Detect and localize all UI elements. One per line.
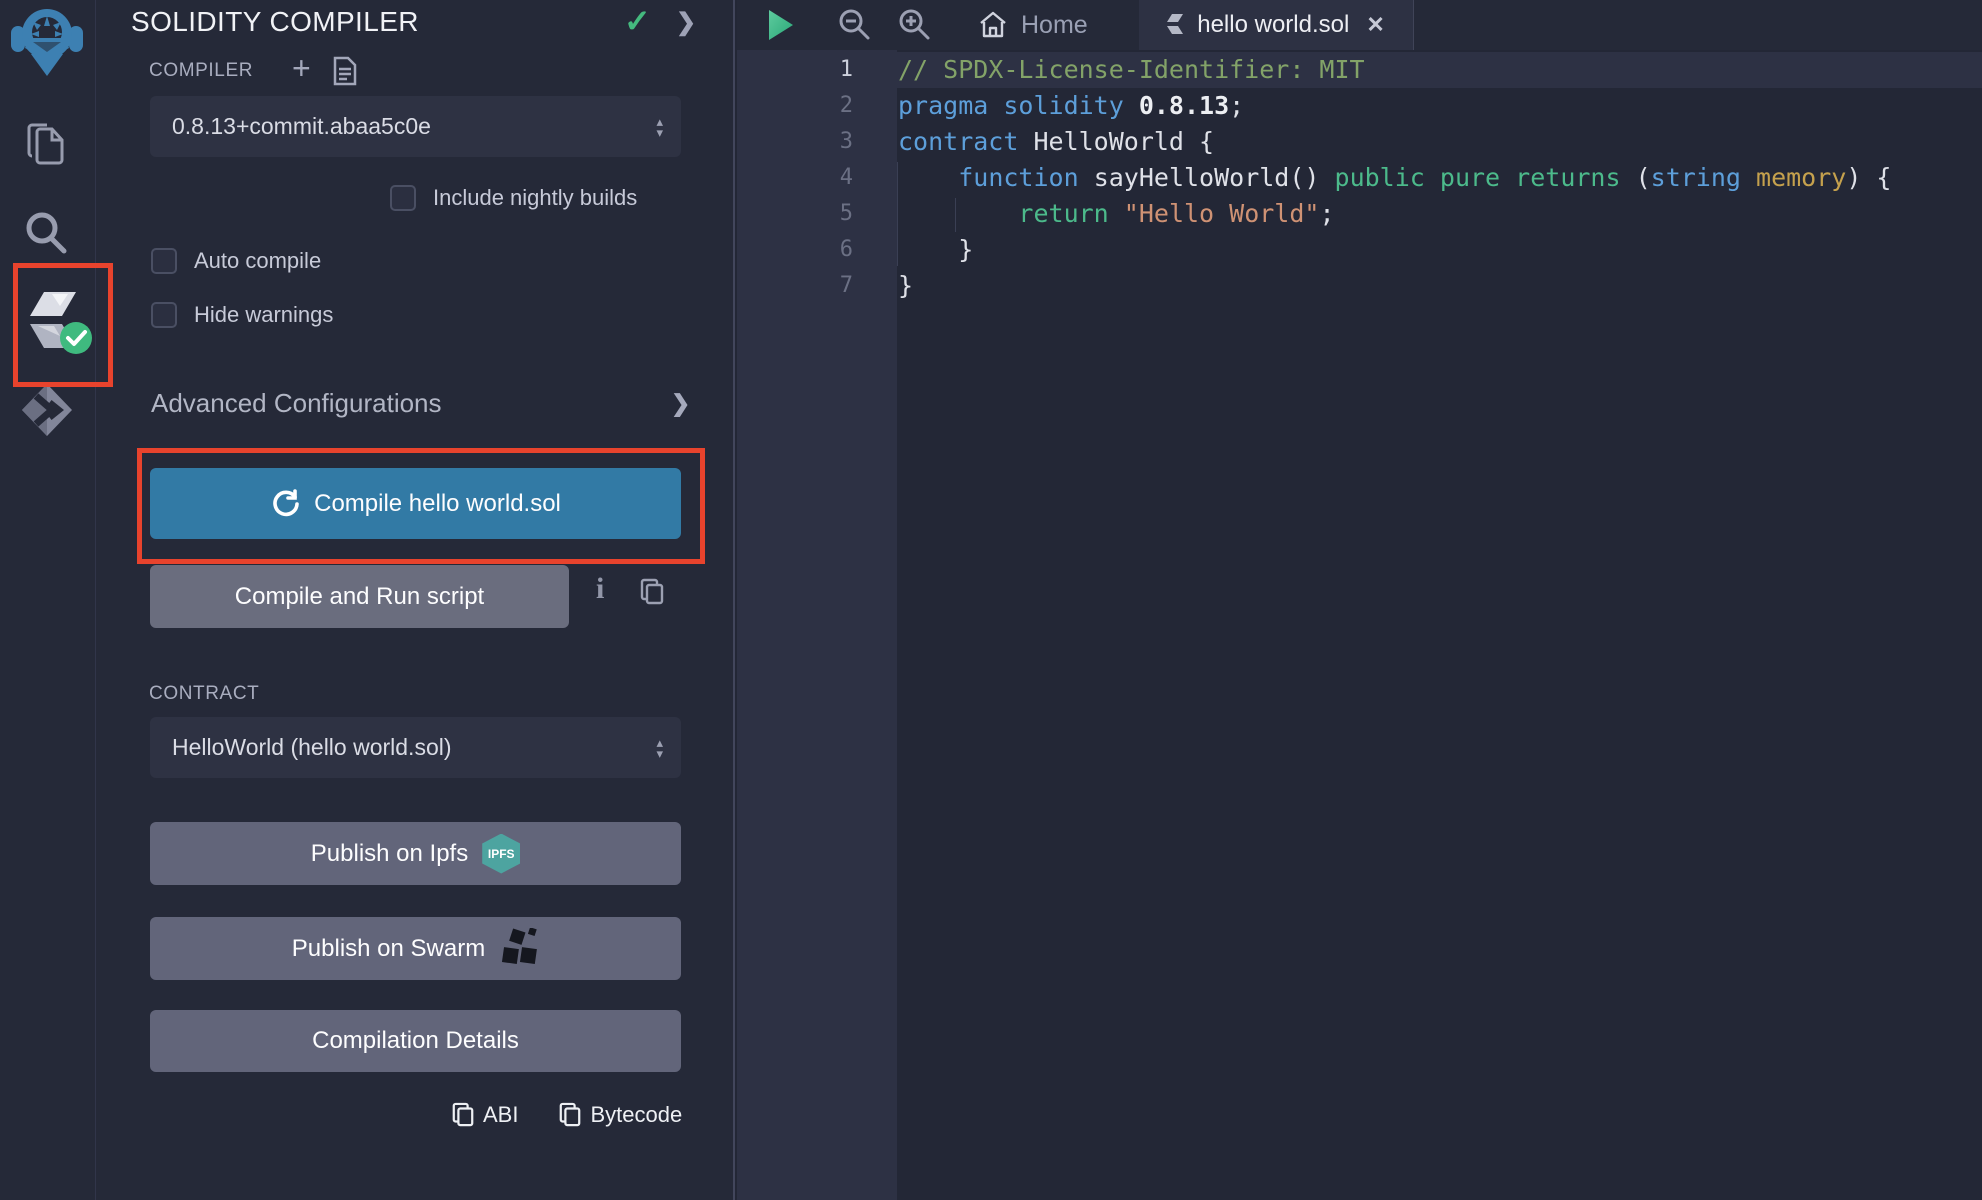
swarm-icon: [499, 928, 539, 970]
auto-compile-label: Auto compile: [194, 248, 321, 274]
deploy-run-icon[interactable]: [22, 384, 72, 436]
advanced-chevron-icon[interactable]: ❯: [671, 390, 690, 417]
line-number: 7: [737, 268, 897, 304]
line-number: 6: [737, 232, 897, 268]
copy-abi-link[interactable]: ABI: [451, 1102, 518, 1128]
run-script-play-icon[interactable]: [767, 9, 795, 41]
code-line[interactable]: 4 function sayHelloWorld() public pure r…: [737, 160, 1982, 196]
line-content: }: [897, 232, 973, 268]
publish-ipfs-button[interactable]: Publish on Ipfs IPFS: [150, 822, 681, 885]
compiler-version-select[interactable]: 0.8.13+commit.abaa5c0e ▴▾: [150, 96, 681, 157]
abi-label: ABI: [483, 1102, 518, 1128]
solidity-file-icon: [1167, 14, 1184, 36]
panel-collapse-chevron-icon[interactable]: ❯: [676, 8, 696, 37]
remix-logo-icon[interactable]: [11, 4, 83, 78]
icon-sidebar: [0, 0, 96, 1200]
copy-icon: [558, 1102, 582, 1128]
compile-button-label: Compile hello world.sol: [314, 490, 561, 518]
line-number: 5: [737, 196, 897, 232]
compilation-details-button[interactable]: Compilation Details: [150, 1010, 681, 1072]
bytecode-label: Bytecode: [590, 1102, 682, 1128]
line-number: 3: [737, 124, 897, 160]
code-area: 1// SPDX-License-Identifier: MIT2pragma …: [737, 50, 1982, 1200]
zoom-out-icon[interactable]: [836, 6, 872, 42]
line-content: return "Hello World";: [897, 196, 1335, 232]
remix-ide: SOLIDITY COMPILER ✓ ❯ COMPILER + 0.8.13+…: [0, 0, 1982, 1200]
contract-select-value: HelloWorld (hello world.sol): [172, 734, 452, 761]
contract-select[interactable]: HelloWorld (hello world.sol) ▴▾: [150, 717, 681, 778]
include-nightly-label: Include nightly builds: [433, 185, 637, 211]
compile-button[interactable]: Compile hello world.sol: [150, 468, 681, 539]
code-line[interactable]: 5 return "Hello World";: [737, 196, 1982, 232]
auto-compile-checkbox[interactable]: [151, 248, 177, 274]
hide-warnings-label: Hide warnings: [194, 302, 333, 328]
panel-title: SOLIDITY COMPILER: [131, 6, 419, 38]
code-line[interactable]: 3contract HelloWorld {: [737, 124, 1982, 160]
code-line[interactable]: 1// SPDX-License-Identifier: MIT: [737, 52, 1982, 88]
compilation-details-label: Compilation Details: [312, 1027, 519, 1055]
home-tab-label: Home: [1021, 11, 1088, 40]
solidity-compiler-icon[interactable]: [30, 292, 94, 356]
code-line[interactable]: 2pragma solidity 0.8.13;: [737, 88, 1982, 124]
compile-and-run-button[interactable]: Compile and Run script: [150, 565, 569, 628]
code-editor: Home hello world.sol ✕ 1// SPDX-License-…: [737, 0, 1982, 1200]
hide-warnings-checkbox[interactable]: [151, 302, 177, 328]
contract-section-label: CONTRACT: [149, 683, 259, 705]
publish-swarm-label: Publish on Swarm: [292, 935, 485, 963]
select-stepper-icon: ▴▾: [656, 116, 663, 138]
line-content: }: [897, 268, 913, 304]
line-content: function sayHelloWorld() public pure ret…: [897, 160, 1891, 196]
code-lines: 1// SPDX-License-Identifier: MIT2pragma …: [737, 52, 1982, 304]
code-line[interactable]: 6 }: [737, 232, 1982, 268]
include-nightly-checkbox[interactable]: [390, 185, 416, 211]
add-compiler-icon[interactable]: +: [292, 50, 311, 87]
tab-hello-world-sol[interactable]: hello world.sol ✕: [1139, 0, 1414, 50]
copy-artifacts-row: ABI Bytecode: [451, 1102, 682, 1128]
hide-warnings-checkbox-row[interactable]: Hide warnings: [151, 302, 333, 328]
tab-home[interactable]: Home: [970, 0, 1096, 50]
zoom-in-icon[interactable]: [896, 6, 932, 42]
file-tab-label: hello world.sol: [1197, 11, 1349, 39]
code-line[interactable]: 7}: [737, 268, 1982, 304]
copy-script-icon[interactable]: [639, 578, 665, 606]
copy-icon: [451, 1102, 475, 1128]
ipfs-icon: IPFS: [482, 834, 520, 874]
solidity-compiler-panel: SOLIDITY COMPILER ✓ ❯ COMPILER + 0.8.13+…: [96, 0, 735, 1200]
close-tab-icon[interactable]: ✕: [1366, 12, 1384, 38]
publish-ipfs-label: Publish on Ipfs: [311, 840, 468, 868]
line-content: // SPDX-License-Identifier: MIT: [897, 52, 1365, 88]
copy-bytecode-link[interactable]: Bytecode: [558, 1102, 682, 1128]
compiler-doc-icon[interactable]: [333, 56, 357, 86]
publish-swarm-button[interactable]: Publish on Swarm: [150, 917, 681, 980]
line-number: 1: [737, 52, 897, 88]
auto-compile-checkbox-row[interactable]: Auto compile: [151, 248, 321, 274]
line-number: 4: [737, 160, 897, 196]
advanced-configurations-toggle[interactable]: Advanced Configurations: [151, 388, 442, 419]
line-content: contract HelloWorld {: [897, 124, 1214, 160]
select-stepper-icon: ▴▾: [656, 737, 663, 759]
editor-toolbar: Home hello world.sol ✕: [737, 0, 1982, 50]
include-nightly-checkbox-row[interactable]: Include nightly builds: [390, 185, 637, 211]
compile-success-check-icon: ✓: [624, 2, 651, 40]
line-number: 2: [737, 88, 897, 124]
info-icon[interactable]: i: [596, 572, 604, 606]
search-icon[interactable]: [22, 208, 70, 256]
compiler-section-label: COMPILER: [149, 60, 253, 82]
refresh-icon: [270, 489, 300, 519]
line-content: pragma solidity 0.8.13;: [897, 88, 1244, 124]
compile-and-run-label: Compile and Run script: [235, 583, 484, 611]
home-icon: [978, 10, 1008, 40]
compiler-version-value: 0.8.13+commit.abaa5c0e: [172, 113, 431, 140]
file-explorer-icon[interactable]: [23, 120, 71, 170]
